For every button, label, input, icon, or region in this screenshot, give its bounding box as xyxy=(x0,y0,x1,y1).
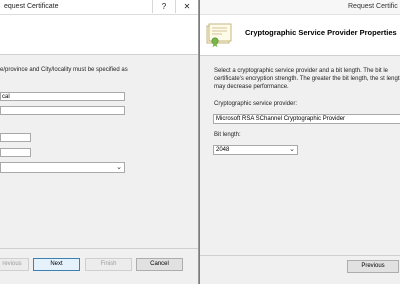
wizard-header xyxy=(0,15,198,55)
window-title: equest Certificate xyxy=(4,3,59,10)
footer-divider xyxy=(200,255,400,256)
window-title: Request Certific xyxy=(348,3,398,10)
finish-button[interactable]: Finish xyxy=(85,258,132,271)
dropdown-select[interactable]: ⌄ xyxy=(0,162,125,173)
request-certificate-window-back: equest Certificate ? ✕ e/province and Ci… xyxy=(0,0,199,284)
csp-selected-item[interactable]: Microsoft RSA SChannel Cryptographic Pro… xyxy=(216,116,345,122)
bit-length-value: 2048 xyxy=(216,147,230,153)
short-field-2[interactable] xyxy=(0,148,31,157)
short-field-1[interactable] xyxy=(0,133,31,142)
bit-length-select[interactable]: 2048 ⌄ xyxy=(213,145,298,155)
cancel-button[interactable]: Cancel xyxy=(136,258,183,271)
request-certificate-window-front: Request Certific Cryptographic Service P… xyxy=(199,0,400,284)
previous-button[interactable]: Previous xyxy=(347,260,399,273)
csp-listbox[interactable]: Microsoft RSA SChannel Cryptographic Pro… xyxy=(213,114,400,124)
title-bar: Request Certific xyxy=(200,0,400,15)
csp-label: Cryptographic service provider: xyxy=(214,101,298,107)
wizard-header: Cryptographic Service Provider Propertie… xyxy=(200,15,400,56)
certificate-icon xyxy=(206,23,232,47)
footer-divider xyxy=(0,248,198,249)
close-button[interactable]: ✕ xyxy=(175,0,198,13)
title-bar: equest Certificate ? ✕ xyxy=(0,0,198,15)
description-text: Select a cryptographic service provider … xyxy=(214,68,400,90)
bit-length-label: Bit length: xyxy=(214,132,241,138)
help-button[interactable]: ? xyxy=(152,0,175,13)
page-title: Cryptographic Service Provider Propertie… xyxy=(245,28,397,37)
instruction-text: e/province and City/locality must be spe… xyxy=(0,67,128,73)
chevron-down-icon: ⌄ xyxy=(289,146,295,153)
next-button[interactable]: Next xyxy=(33,258,80,271)
previous-button[interactable]: revious xyxy=(0,258,29,271)
state-field[interactable] xyxy=(0,106,125,115)
locality-field[interactable]: cal xyxy=(0,92,125,101)
chevron-down-icon: ⌄ xyxy=(116,164,122,171)
